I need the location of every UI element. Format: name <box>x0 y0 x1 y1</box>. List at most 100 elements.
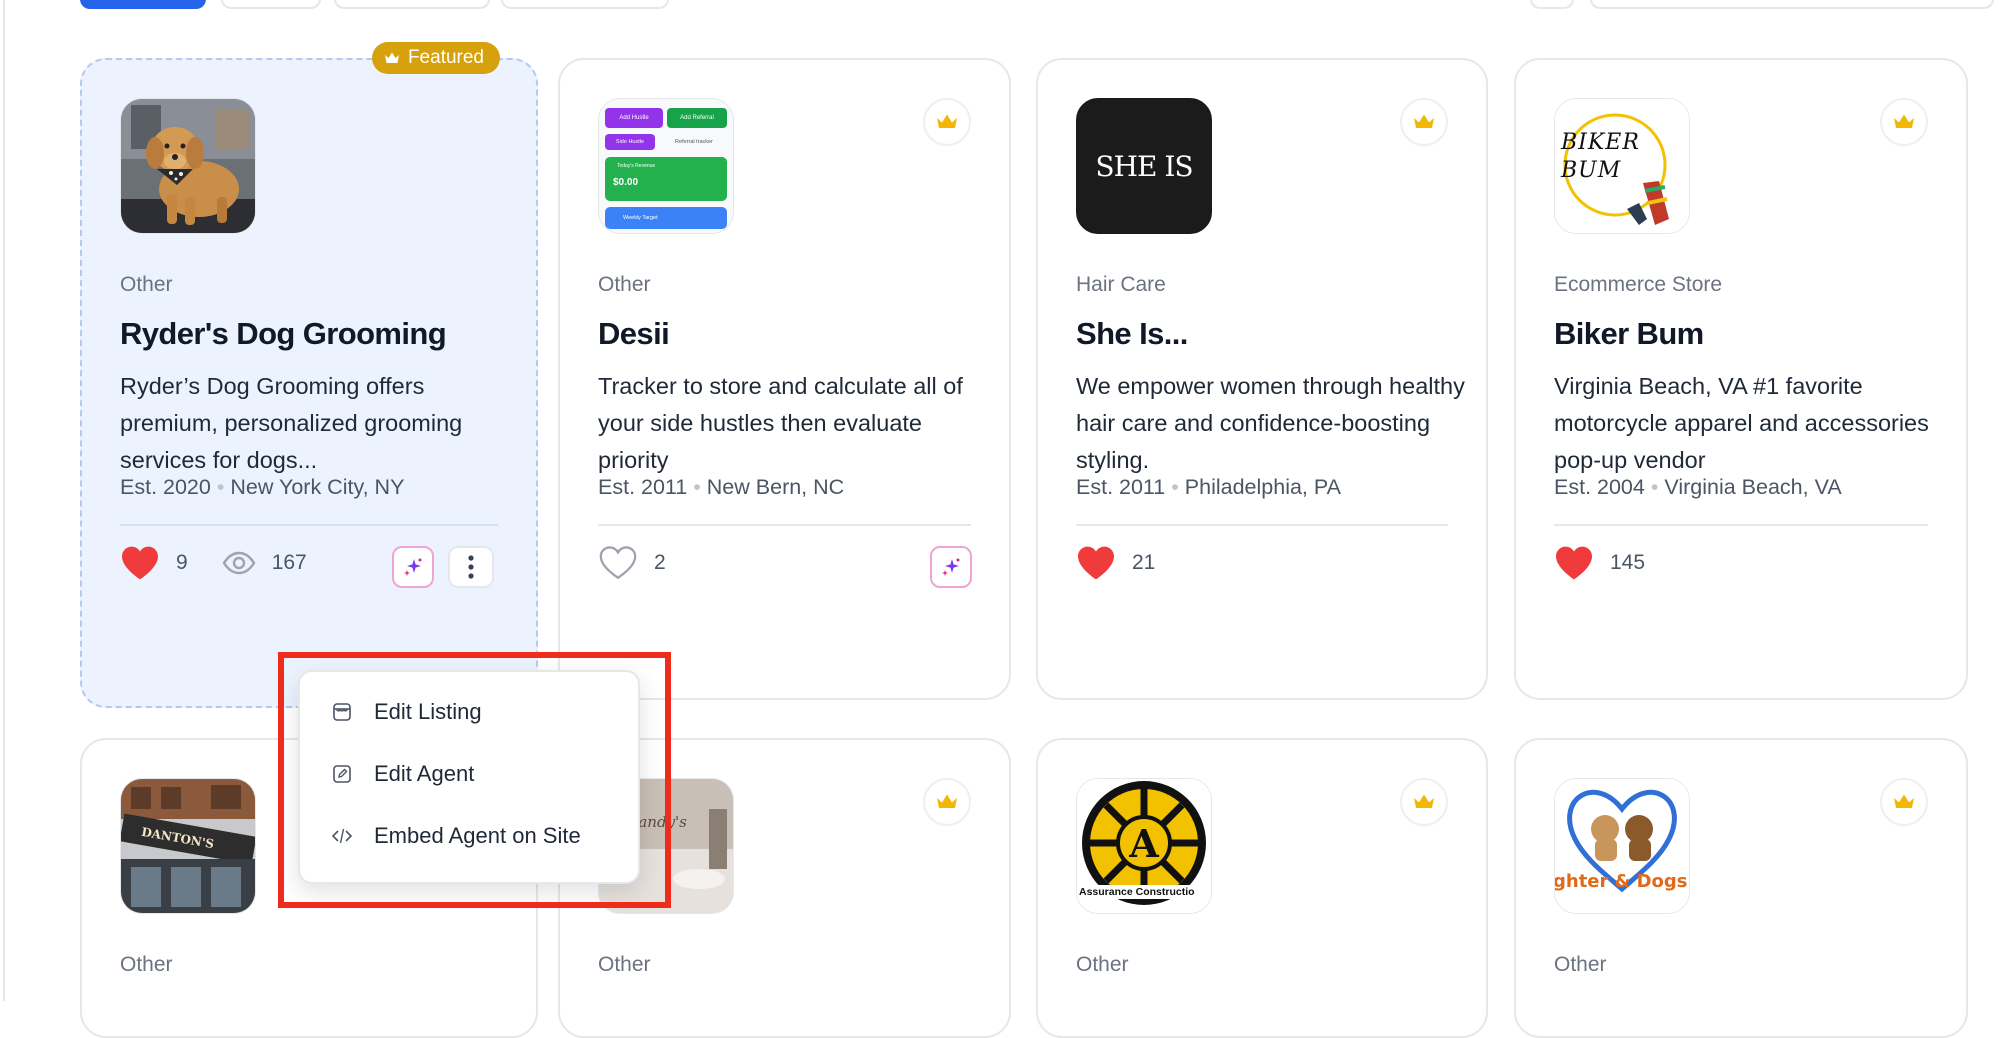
listing-category: Other <box>598 273 651 296</box>
crown-icon <box>1894 794 1914 808</box>
eye-icon <box>222 551 256 575</box>
side-hustle-tab: Side Hustle <box>605 134 655 150</box>
premium-crown-button[interactable] <box>1400 98 1448 146</box>
dogs-logo-art <box>1555 779 1689 913</box>
listing-description: Tracker to store and calculate all of yo… <box>598 373 963 473</box>
listing-category: Other <box>1554 953 1607 976</box>
meta-separator: • <box>216 475 225 499</box>
listing-card-dogs[interactable]: ghter & Dogs Other <box>1514 738 1968 1038</box>
ai-agent-button[interactable] <box>392 546 434 588</box>
listing-title[interactable]: She Is... <box>1076 316 1188 352</box>
crown-icon <box>1894 114 1914 128</box>
listing-card-biker-bum[interactable]: BIKER BUM Ecommerce Store Biker Bum Virg… <box>1514 58 1968 700</box>
crown-icon <box>937 794 957 808</box>
more-vertical-icon <box>468 555 474 579</box>
listing-thumbnail: ghter & Dogs <box>1554 778 1690 914</box>
listing-title[interactable]: Biker Bum <box>1554 316 1704 352</box>
view-count: 167 <box>271 551 307 574</box>
card-divider <box>1076 524 1448 526</box>
assurance-logo-text: Assurance Constructio <box>1079 886 1195 898</box>
listing-category: Ecommerce Store <box>1554 273 1723 296</box>
premium-crown-button[interactable] <box>1400 778 1448 826</box>
filter-pill[interactable] <box>334 0 490 9</box>
weekly-target-label: Weekly Target <box>623 215 658 221</box>
add-hustle-label: Add Hustle <box>619 115 649 121</box>
sparkles-icon <box>942 558 960 576</box>
listing-thumbnail: Add Hustle Add Referral Side Hustle Refe… <box>598 98 734 234</box>
card-divider <box>598 524 971 526</box>
listing-meta: Est. 2020 • New York City, NY <box>120 475 404 500</box>
listing-title[interactable]: Ryder's Dog Grooming <box>120 316 447 352</box>
heart-filled-icon[interactable] <box>1076 545 1116 581</box>
listing-location: Philadelphia, PA <box>1184 475 1341 499</box>
featured-label: Featured <box>407 47 484 68</box>
ai-agent-button[interactable] <box>930 546 972 588</box>
like-count: 9 <box>176 551 188 574</box>
listing-category: Other <box>120 953 173 976</box>
heart-filled-icon[interactable] <box>1554 545 1594 581</box>
listing-card-ryders-dog-grooming[interactable]: Featured Other Ryder's Dog Grooming Ryde… <box>80 42 538 708</box>
like-count: 145 <box>1610 551 1646 574</box>
weekly-target-card: Weekly Target <box>605 207 727 229</box>
listing-location: New Bern, NC <box>706 475 845 499</box>
revenue-label: Today's Revenue <box>617 163 656 169</box>
like-count: 21 <box>1132 551 1156 574</box>
filter-pill[interactable] <box>221 0 321 9</box>
listing-card-desii[interactable]: Add Hustle Add Referral Side Hustle Refe… <box>558 58 1011 700</box>
established-year: Est. 2011 <box>598 475 688 499</box>
filter-bar <box>0 0 2000 10</box>
listing-thumbnail: DANTON'S <box>120 778 256 914</box>
established-year: Est. 2011 <box>1076 475 1166 499</box>
meta-separator: • <box>1171 475 1179 499</box>
listing-thumbnail: SHE IS <box>1076 98 1212 234</box>
listing-category: Other <box>598 953 651 976</box>
crown-icon <box>937 114 957 128</box>
search-box[interactable] <box>1590 0 1994 9</box>
premium-crown-button[interactable] <box>1880 98 1928 146</box>
listing-location: New York City, NY <box>230 475 405 499</box>
she-is-logo: SHE IS <box>1095 149 1193 183</box>
annotation-highlight-box <box>278 652 671 908</box>
listing-thumbnail: BIKER BUM <box>1554 98 1690 234</box>
listing-description: We empower women through healthy hair ca… <box>1076 373 1465 473</box>
svg-text:A: A <box>1128 821 1159 866</box>
listing-meta: Est. 2004 • Virginia Beach, VA <box>1554 475 1842 500</box>
biker-bum-logo-text: BIKER BUM <box>1561 130 1640 183</box>
add-referral-chip: Add Referral <box>667 108 727 128</box>
listing-stats: 21 <box>1076 538 1189 588</box>
listing-location: Virginia Beach, VA <box>1664 475 1842 499</box>
premium-crown-button[interactable] <box>923 778 971 826</box>
referral-tracker-tab: Referral tracker <box>661 134 727 150</box>
dog-photo <box>121 99 255 233</box>
listing-card-assurance[interactable]: A Assurance Constructio Other <box>1036 738 1488 1038</box>
crown-icon <box>1414 794 1434 808</box>
premium-crown-button[interactable] <box>1880 778 1928 826</box>
like-count: 2 <box>654 551 666 574</box>
listing-title[interactable]: Desii <box>598 316 670 352</box>
established-year: Est. 2020 <box>120 475 211 499</box>
meta-separator: • <box>1650 475 1659 499</box>
crown-icon <box>384 52 399 63</box>
listing-category: Other <box>120 273 173 296</box>
referral-tracker-label: Referral tracker <box>675 139 713 145</box>
listing-card-she-is[interactable]: SHE IS Hair Care She Is... We empower wo… <box>1036 58 1488 700</box>
dogs-logo-text: ghter & Dogs <box>1554 871 1688 892</box>
listing-thumbnail: A Assurance Constructio <box>1076 778 1212 914</box>
view-toggle[interactable] <box>1530 0 1574 9</box>
listing-meta: Est. 2011 • Philadelphia, PA <box>1076 475 1341 500</box>
premium-crown-button[interactable] <box>923 98 971 146</box>
more-options-button[interactable] <box>448 546 494 588</box>
revenue-value: $0.00 <box>613 177 639 188</box>
side-hustle-label: Side Hustle <box>615 139 645 145</box>
revenue-card: Today's Revenue $0.00 <box>605 157 727 201</box>
filter-pill[interactable] <box>501 0 669 9</box>
listing-description: Ryder’s Dog Grooming offers premium, per… <box>120 373 463 473</box>
listing-stats: 2 <box>598 538 700 588</box>
card-divider <box>120 524 498 526</box>
add-hustle-chip: Add Hustle <box>605 108 663 128</box>
listing-stats: 9 167 <box>120 538 341 588</box>
heart-outline-icon[interactable] <box>598 545 638 581</box>
crown-icon <box>1414 114 1434 128</box>
filter-pill-active[interactable] <box>80 0 206 9</box>
heart-filled-icon[interactable] <box>120 545 160 581</box>
